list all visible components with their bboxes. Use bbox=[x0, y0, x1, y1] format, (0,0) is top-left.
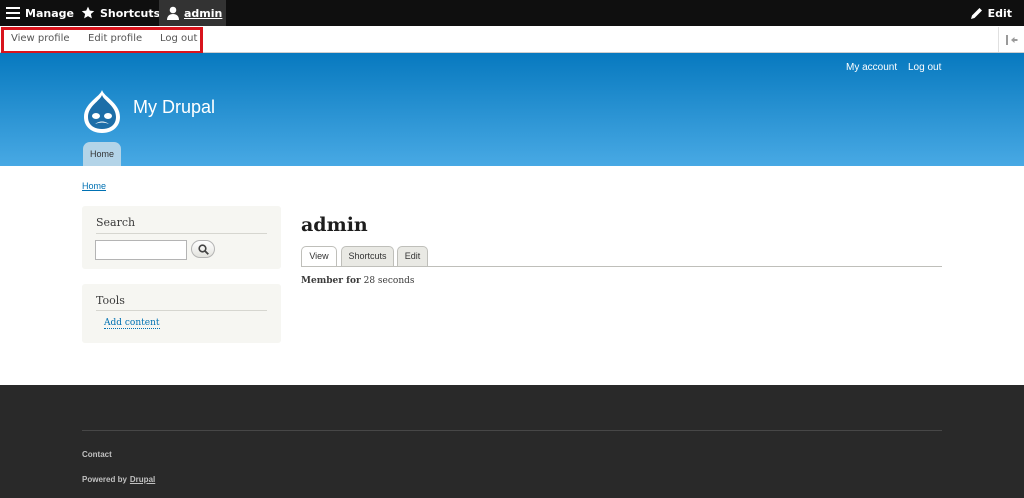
footer-contact-link[interactable]: Contact bbox=[82, 450, 112, 459]
shortcuts-button[interactable]: Shortcuts bbox=[81, 0, 160, 26]
star-icon bbox=[81, 6, 95, 19]
drupal-link[interactable]: Drupal bbox=[130, 475, 155, 484]
tools-block-divider bbox=[96, 310, 267, 311]
shortcuts-label: Shortcuts bbox=[100, 6, 161, 20]
hamburger-menu-icon bbox=[6, 7, 20, 19]
admin-toolbar: Manage Shortcuts admin Edit bbox=[0, 0, 1024, 26]
user-menu-button[interactable]: admin bbox=[159, 0, 226, 26]
tab-shortcuts[interactable]: Shortcuts bbox=[341, 246, 394, 266]
edit-mode-button[interactable]: Edit bbox=[970, 0, 1012, 26]
tools-block-title: Tools bbox=[96, 294, 125, 307]
search-icon bbox=[197, 243, 209, 255]
breadcrumb-home-link[interactable]: Home bbox=[82, 181, 106, 191]
pencil-icon bbox=[970, 7, 982, 19]
powered-by: Powered by Drupal bbox=[82, 475, 155, 484]
tools-block: Tools Add content bbox=[82, 284, 281, 343]
header-log-out-link[interactable]: Log out bbox=[908, 62, 941, 73]
manage-button[interactable]: Manage bbox=[6, 0, 74, 26]
user-menu-label: admin bbox=[184, 6, 223, 20]
search-block: Search bbox=[82, 206, 281, 269]
site-name[interactable]: My Drupal bbox=[133, 97, 215, 118]
page-title: admin bbox=[301, 214, 368, 236]
orientation-toggle-icon bbox=[1005, 34, 1017, 45]
tab-edit[interactable]: Edit bbox=[397, 246, 428, 266]
search-button[interactable] bbox=[191, 240, 215, 258]
my-account-link[interactable]: My account bbox=[846, 62, 897, 73]
member-for-label: Member for bbox=[301, 276, 361, 286]
member-for-value: 28 seconds bbox=[363, 276, 415, 286]
powered-by-label: Powered by bbox=[82, 475, 127, 484]
tray-orientation-toggle[interactable] bbox=[998, 27, 1024, 52]
add-content-link[interactable]: Add content bbox=[104, 318, 160, 329]
tabs-divider bbox=[301, 266, 942, 267]
search-block-title: Search bbox=[96, 216, 136, 229]
home-nav-tab[interactable]: Home bbox=[83, 142, 121, 166]
manage-label: Manage bbox=[25, 6, 74, 20]
highlight-box bbox=[1, 27, 203, 54]
footer-divider bbox=[82, 430, 942, 431]
site-header: My account Log out My Drupal Home bbox=[0, 53, 1024, 166]
tab-view[interactable]: View bbox=[301, 246, 337, 266]
drupal-logo-icon[interactable] bbox=[80, 88, 124, 134]
user-icon bbox=[167, 6, 179, 20]
member-for-field: Member for 28 seconds bbox=[301, 276, 415, 286]
edit-mode-label: Edit bbox=[987, 6, 1012, 20]
search-input[interactable] bbox=[95, 240, 187, 260]
site-footer: Contact Powered by Drupal bbox=[0, 385, 1024, 498]
search-block-divider bbox=[96, 233, 267, 234]
